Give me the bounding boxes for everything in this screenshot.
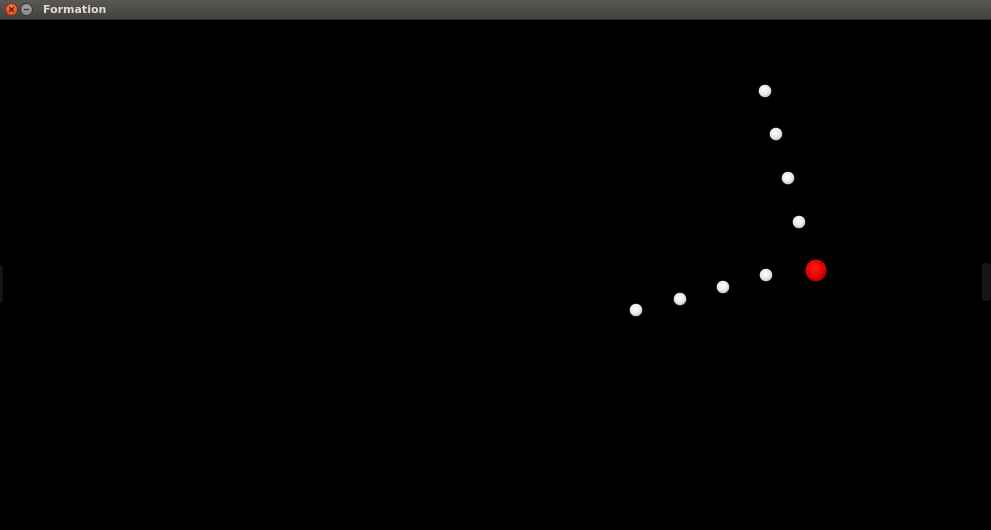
formation-scene [629,84,827,317]
close-button[interactable] [5,3,18,16]
follower-agent [759,268,773,282]
follower-agent [673,292,687,306]
minimize-icon [24,8,29,11]
follower-agent [758,84,772,98]
title-bar[interactable]: Formation [0,0,991,20]
minimize-button[interactable] [20,3,33,16]
formation-window: Formation [0,0,991,530]
follower-agent [781,171,795,185]
close-icon [8,6,15,13]
follower-agent [629,303,643,317]
agents-layer [629,84,827,317]
window-title: Formation [43,3,107,16]
follower-agent [792,215,806,229]
simulation-canvas [0,20,991,530]
follower-agent [716,280,730,294]
follower-agent [769,127,783,141]
leader-agent [805,259,827,282]
